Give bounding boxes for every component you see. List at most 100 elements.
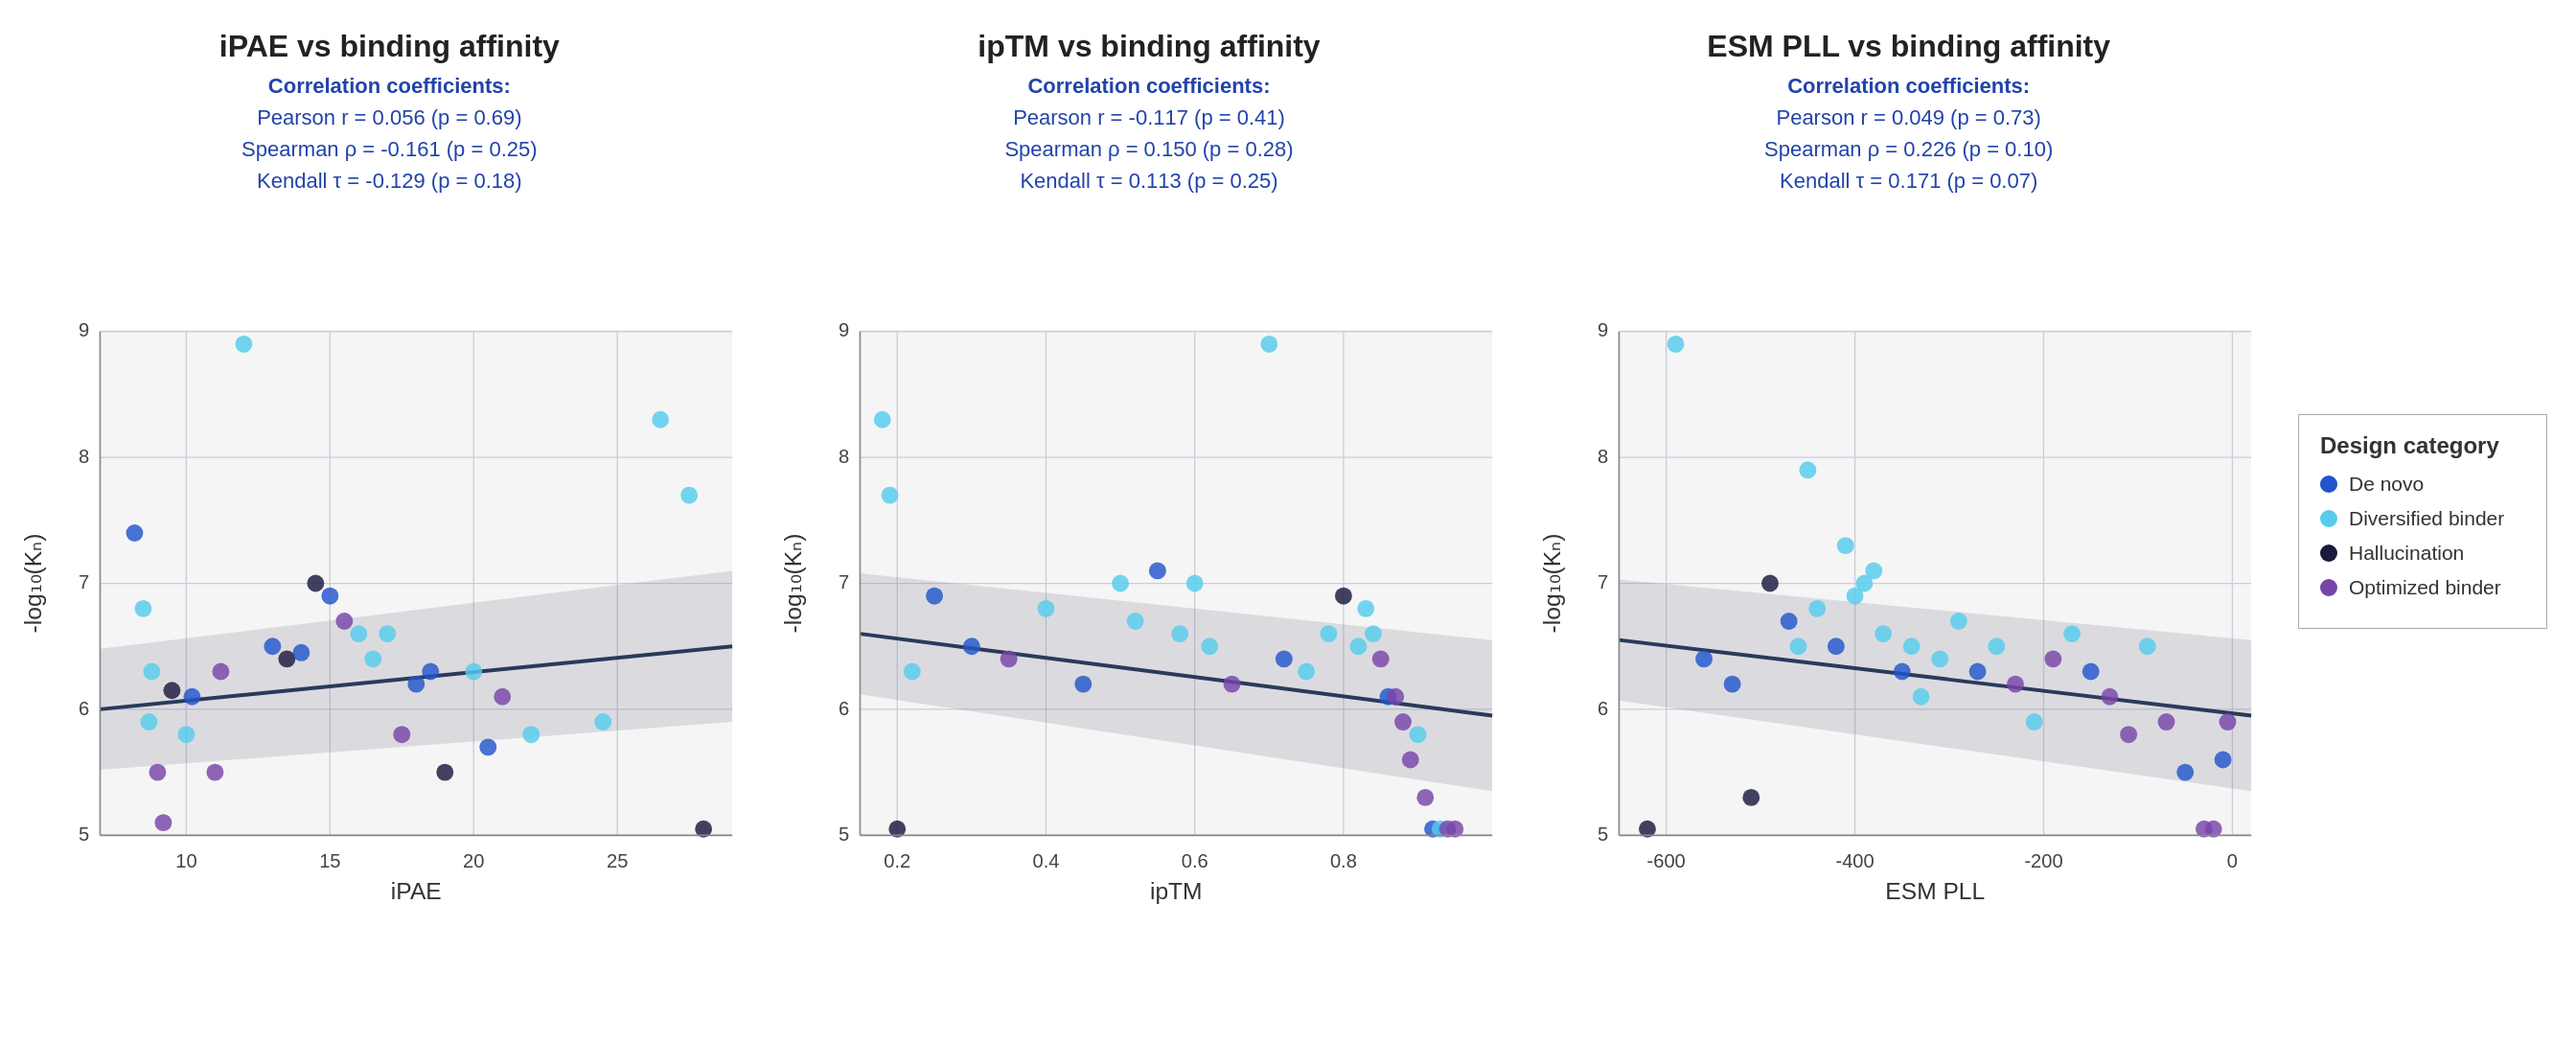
data-point <box>206 764 223 781</box>
y-tick-esmpll: 8 <box>1598 446 1608 467</box>
data-point <box>1668 336 1685 353</box>
data-point <box>2220 713 2237 730</box>
data-point <box>264 637 281 655</box>
data-point <box>1828 637 1845 655</box>
data-point <box>963 637 980 655</box>
chart-wrapper-esmpll: ESM PLL vs binding affinityCorrelation c… <box>1529 19 2288 1024</box>
data-point <box>1335 588 1352 605</box>
data-point <box>335 613 353 630</box>
data-point <box>350 625 367 642</box>
data-point <box>1349 637 1367 655</box>
plot-area-esmpll: -600-400-200056789ESM PLL-log₁₀(Kₙ) <box>1533 206 2284 1014</box>
data-point <box>422 663 439 681</box>
plot-area-iptm: 0.20.40.60.856789ipTM-log₁₀(Kₙ) <box>774 206 1525 1014</box>
data-point <box>1276 650 1293 667</box>
corr-line-ipae: Spearman ρ = -0.161 (p = 0.25) <box>242 137 537 161</box>
y-label-iptm: -log₁₀(Kₙ) <box>780 534 806 634</box>
corr-line-ipae: Pearson r = 0.056 (p = 0.69) <box>257 105 521 129</box>
data-point <box>1260 336 1277 353</box>
chart-wrapper-iptm: ipTM vs binding affinity Correlation coef… <box>770 19 1530 1024</box>
data-point <box>2045 650 2062 667</box>
corr-line-iptm: Kendall τ = 0.113 (p = 0.25) <box>1020 169 1277 193</box>
data-point <box>1401 752 1418 769</box>
data-point <box>1357 600 1374 617</box>
data-point <box>407 676 425 693</box>
data-point <box>292 644 310 661</box>
data-point <box>1416 789 1434 806</box>
x-tick-iptm: 0.2 <box>884 850 910 871</box>
legend-title: Design category <box>2320 432 2525 459</box>
corr-line-iptm: Pearson r = -0.117 (p = 0.41) <box>1013 105 1285 129</box>
corr-block-iptm: Correlation coefficients:Pearson r = -0.… <box>1004 70 1293 197</box>
x-label-esmpll: ESM PLL <box>1886 878 1986 904</box>
y-tick-ipae: 7 <box>79 571 89 592</box>
data-point <box>1809 600 1827 617</box>
y-tick-ipae: 5 <box>79 823 89 845</box>
data-point <box>1969 663 1987 681</box>
data-point <box>1394 713 1412 730</box>
legend-label-optimized: Optimized binder <box>2349 576 2501 599</box>
data-point <box>2082 663 2100 681</box>
chart-svg-esmpll: -600-400-200056789ESM PLL-log₁₀(Kₙ) <box>1533 206 2284 1014</box>
data-point <box>1298 663 1315 681</box>
x-label-iptm: ipTM <box>1150 878 1203 904</box>
x-tick-ipae: 10 <box>175 850 196 871</box>
data-point <box>149 764 166 781</box>
data-point <box>2063 625 2081 642</box>
y-tick-esmpll: 9 <box>1598 319 1608 340</box>
x-tick-iptm: 0.8 <box>1330 850 1357 871</box>
data-point <box>1171 625 1188 642</box>
y-tick-ipae: 6 <box>79 698 89 719</box>
data-point <box>926 588 943 605</box>
data-point <box>2215 752 2232 769</box>
data-point <box>1387 688 1404 706</box>
data-point <box>321 588 338 605</box>
data-point <box>680 487 698 504</box>
corr-header-esmpll: Correlation coefficients: <box>1787 74 2030 98</box>
y-label-esmpll: -log₁₀(Kₙ) <box>1539 534 1565 634</box>
data-point <box>177 726 195 743</box>
corr-line-esmpll: Spearman ρ = 0.226 (p = 0.10) <box>1764 137 2053 161</box>
data-point <box>1724 676 1741 693</box>
data-point <box>1894 663 1911 681</box>
data-point <box>1371 650 1389 667</box>
chart-title-iptm: ipTM vs binding affinity <box>978 29 1320 64</box>
y-tick-esmpll: 6 <box>1598 698 1608 719</box>
y-label-ipae: -log₁₀(Kₙ) <box>20 534 46 634</box>
chart-title-ipae: iPAE vs binding affinity <box>219 29 560 64</box>
data-point <box>1932 650 1949 667</box>
legend-item-de_novo: De novo <box>2320 473 2525 496</box>
x-tick-esmpll: -200 <box>2025 850 2063 871</box>
data-point <box>1037 600 1054 617</box>
corr-line-esmpll: Kendall τ = 0.171 (p = 0.07) <box>1780 169 2037 193</box>
y-tick-ipae: 8 <box>79 446 89 467</box>
data-point <box>1126 613 1143 630</box>
corr-block-ipae: Correlation coefficients: Pearson r = 0.0… <box>242 70 537 197</box>
data-point <box>1320 625 1337 642</box>
y-tick-iptm: 9 <box>839 319 849 340</box>
x-tick-esmpll: 0 <box>2227 850 2238 871</box>
chart-wrapper-ipae: iPAE vs binding affinity Correlation coef… <box>10 19 770 1024</box>
data-point <box>904 663 921 681</box>
legend-item-optimized: Optimized binder <box>2320 576 2525 599</box>
data-point <box>1409 726 1426 743</box>
data-point <box>2102 688 2119 706</box>
legend-item-hallucination: Hallucination <box>2320 542 2525 565</box>
data-point <box>1365 625 1382 642</box>
data-point <box>1201 637 1218 655</box>
data-point <box>163 682 180 699</box>
data-point <box>140 713 157 730</box>
legend-dot-hallucination <box>2320 545 2337 562</box>
legend-dot-diversified <box>2320 510 2337 527</box>
corr-header-ipae: Correlation coefficients: <box>268 74 511 98</box>
legend-dot-de_novo <box>2320 475 2337 493</box>
legend-label-diversified: Diversified binder <box>2349 507 2504 530</box>
data-point <box>1149 562 1166 579</box>
y-tick-iptm: 8 <box>839 446 849 467</box>
data-point <box>1185 575 1203 592</box>
data-point <box>1781 613 1798 630</box>
data-point <box>1743 789 1760 806</box>
x-tick-ipae: 15 <box>319 850 340 871</box>
data-point <box>379 625 396 642</box>
data-point <box>1837 537 1854 554</box>
